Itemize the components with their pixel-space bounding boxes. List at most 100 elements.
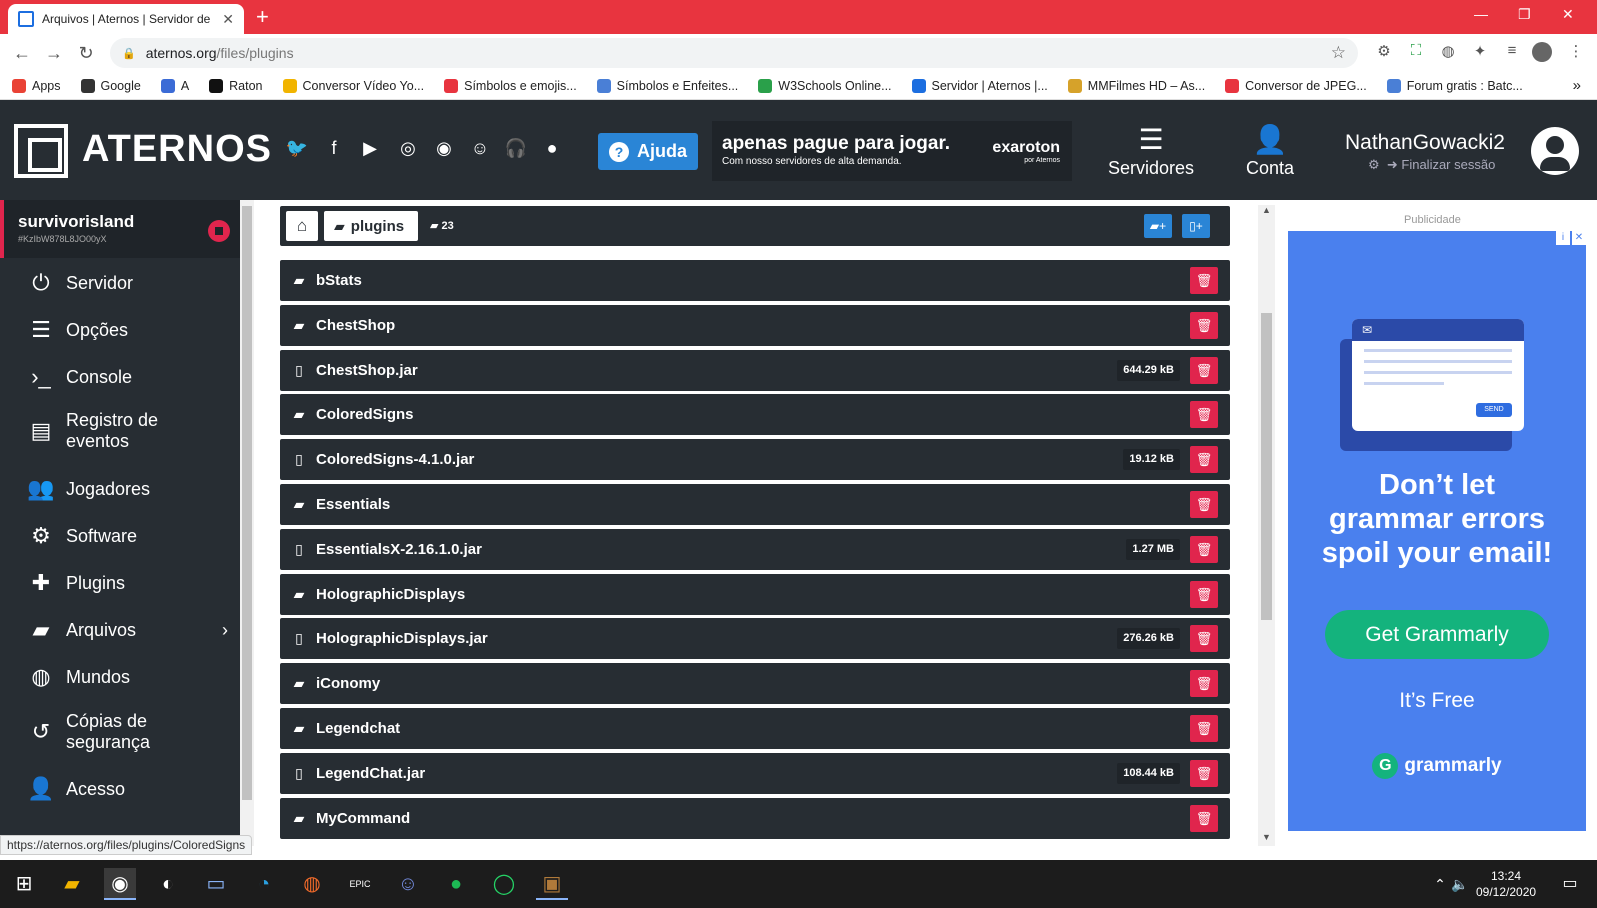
user-avatar-icon[interactable] [1531, 127, 1579, 175]
sidebar-item-servidor[interactable]: ⏻ Servidor [0, 263, 240, 303]
bookmark-item[interactable]: Apps [12, 78, 61, 93]
taskbar-clock[interactable]: 13:24 09/12/2020 [1476, 868, 1536, 900]
reload-icon[interactable]: ↻ [70, 43, 102, 64]
delete-button[interactable]: 🗑 [1190, 535, 1218, 563]
aternos-logo-icon[interactable] [14, 124, 68, 178]
sidebar-item-registro[interactable]: ▤ Registro de eventos [0, 402, 240, 460]
close-window-icon[interactable]: ✕ [1562, 6, 1574, 23]
delete-button[interactable]: 🗑 [1190, 580, 1218, 608]
delete-button[interactable]: 🗑 [1190, 491, 1218, 518]
bookmark-item[interactable]: Símbolos e Enfeites... [596, 78, 738, 93]
sidebar-item-software[interactable]: ⚙ Software [0, 516, 240, 556]
file-row[interactable]: ▯ LegendChat.jar 108.44 kB 🗑 [280, 752, 1230, 794]
chrome-menu-icon[interactable]: ⋮ [1566, 42, 1586, 62]
extension-capture-icon[interactable]: ⛶ [1406, 42, 1426, 62]
bookmarks-overflow-icon[interactable]: » [1573, 77, 1581, 94]
bookmark-item[interactable]: Conversor de JPEG... [1225, 78, 1367, 93]
delete-button[interactable]: 🗑 [1190, 670, 1218, 698]
file-row[interactable]: ▯ ColoredSigns-4.1.0.jar 19.12 kB 🗑 [280, 439, 1230, 481]
spotify-icon[interactable]: ● [440, 868, 472, 900]
back-icon[interactable]: ← [6, 43, 38, 64]
notifications-icon[interactable]: ▭ [1554, 868, 1586, 900]
instagram-icon[interactable]: ◎ [396, 138, 420, 162]
file-row[interactable]: ▰ iConomy 🗑 [280, 663, 1230, 705]
chrome-taskbar-icon[interactable]: ◉ [104, 868, 136, 900]
username[interactable]: NathanGowacki2 [1345, 131, 1505, 155]
steam-icon[interactable]: ◐ [152, 868, 184, 900]
new-folder-button[interactable]: ▰+ [1144, 214, 1172, 238]
bookmark-item[interactable]: W3Schools Online... [758, 78, 892, 93]
server-selector[interactable]: survivorisland #KzIbW878L8JO00yX [0, 200, 240, 258]
browser-tab[interactable]: Arquivos | Aternos | Servidor de M ✕ [8, 4, 244, 34]
sidebar-item-mundos[interactable]: ◍ Mundos [0, 657, 240, 697]
extension-gear-icon[interactable]: ⚙ [1374, 42, 1394, 62]
reddit-icon[interactable]: ◉ [432, 138, 456, 162]
grammarly-ad[interactable]: i ✕ ✉ SEND Don’t let grammar errors spoil… [1288, 231, 1586, 831]
bookmark-item[interactable]: Conversor Vídeo Yo... [282, 78, 424, 93]
ad-close-icon[interactable]: ✕ [1572, 231, 1586, 245]
sidebar-item-jogadores[interactable]: 👥 Jogadores [0, 469, 240, 509]
extension-globe-icon[interactable]: ◍ [1438, 42, 1458, 62]
restore-icon[interactable]: ❐ [1518, 6, 1531, 23]
delete-button[interactable]: 🗑 [1190, 625, 1218, 653]
sidebar-item-acesso[interactable]: 👤 Acesso [0, 769, 240, 809]
bookmark-item[interactable]: Google [80, 78, 141, 93]
file-row[interactable]: ▯ EssentialsX-2.16.1.0.jar 1.27 MB 🗑 [280, 528, 1230, 570]
file-row[interactable]: ▰ Essentials 🗑 [280, 484, 1230, 525]
file-row[interactable]: ▯ ChestShop.jar 644.29 kB 🗑 [280, 349, 1230, 391]
main-scroll-thumb[interactable] [1261, 313, 1272, 620]
delete-button[interactable]: 🗑 [1190, 356, 1218, 384]
bookmark-item[interactable]: Servidor | Aternos |... [911, 78, 1048, 93]
discord-icon[interactable]: ☺ [468, 138, 492, 162]
origin-icon[interactable]: ◍ [296, 868, 328, 900]
bookmark-star-icon[interactable]: ☆ [1331, 43, 1346, 63]
url-bar[interactable]: 🔒 aternos.org/files/plugins ☆ [110, 38, 1358, 68]
file-row[interactable]: ▰ ChestShop 🗑 [280, 304, 1230, 346]
file-row[interactable]: ▰ ColoredSigns 🗑 [280, 394, 1230, 436]
bookmark-item[interactable]: Símbolos e emojis... [444, 78, 577, 93]
file-row[interactable]: ▰ Legendchat 🗑 [280, 708, 1230, 749]
new-tab-button[interactable]: + [256, 4, 269, 30]
file-row[interactable]: ▰ MyCommand 🗑 [280, 797, 1230, 839]
github-icon[interactable]: ● [540, 138, 564, 162]
nav-account[interactable]: 👤 Conta [1246, 122, 1294, 179]
sidebar-scrollbar[interactable] [240, 200, 254, 846]
bookmark-item[interactable]: MMFilmes HD – As... [1067, 78, 1205, 93]
minimize-icon[interactable]: — [1474, 6, 1488, 22]
epic-games-icon[interactable]: EPIC [344, 868, 376, 900]
whatsapp-icon[interactable]: ◯ [488, 868, 520, 900]
lock-icon[interactable]: 🔒 [122, 47, 136, 60]
scroll-down-arrow-icon[interactable]: ▼ [1262, 832, 1271, 842]
delete-button[interactable]: 🗑 [1190, 759, 1218, 787]
reading-list-icon[interactable]: ≡ [1502, 42, 1522, 62]
delete-button[interactable]: 🗑 [1190, 401, 1218, 429]
bookmark-item[interactable]: Raton [209, 78, 263, 93]
minecraft-icon[interactable]: ▣ [536, 868, 568, 900]
sidebar-item-console[interactable]: ›_ Console [0, 357, 240, 397]
new-file-button[interactable]: ▯+ [1182, 214, 1210, 238]
delete-button[interactable]: 🗑 [1190, 311, 1218, 339]
twitter-icon[interactable]: 🐦 [285, 138, 309, 162]
support-headset-icon[interactable]: 🎧 [504, 138, 528, 162]
sidebar-item-arquivos[interactable]: ▰ Arquivos › [0, 610, 240, 650]
help-button[interactable]: ? Ajuda [598, 133, 698, 170]
volume-icon[interactable]: 🔈 [1444, 868, 1476, 900]
file-row[interactable]: ▰ bStats 🗑 [280, 260, 1230, 301]
sidebar-scroll-thumb[interactable] [242, 206, 252, 800]
sidebar-item-plugins[interactable]: ✚ Plugins [0, 563, 240, 603]
ad-choices[interactable]: i ✕ [1556, 231, 1586, 245]
bookmark-item[interactable]: A [160, 78, 189, 93]
delete-button[interactable]: 🗑 [1190, 446, 1218, 474]
file-row[interactable]: ▰ HolographicDisplays 🗑 [280, 573, 1230, 615]
delete-button[interactable]: 🗑 [1190, 715, 1218, 742]
get-grammarly-button[interactable]: Get Grammarly [1325, 610, 1549, 659]
ad-info-icon[interactable]: i [1556, 231, 1570, 245]
windows-start-icon[interactable]: ⊞ [8, 868, 40, 900]
extensions-puzzle-icon[interactable]: ✦ [1470, 42, 1490, 62]
facebook-icon[interactable]: f [322, 138, 346, 162]
delete-button[interactable]: 🗑 [1190, 804, 1218, 832]
forward-icon[interactable]: → [38, 43, 70, 64]
sidebar-item-opções[interactable]: ☰ Opções [0, 310, 240, 350]
discord-taskbar-icon[interactable]: ☺ [392, 868, 424, 900]
desktop-app-icon[interactable]: ▭ [200, 868, 232, 900]
